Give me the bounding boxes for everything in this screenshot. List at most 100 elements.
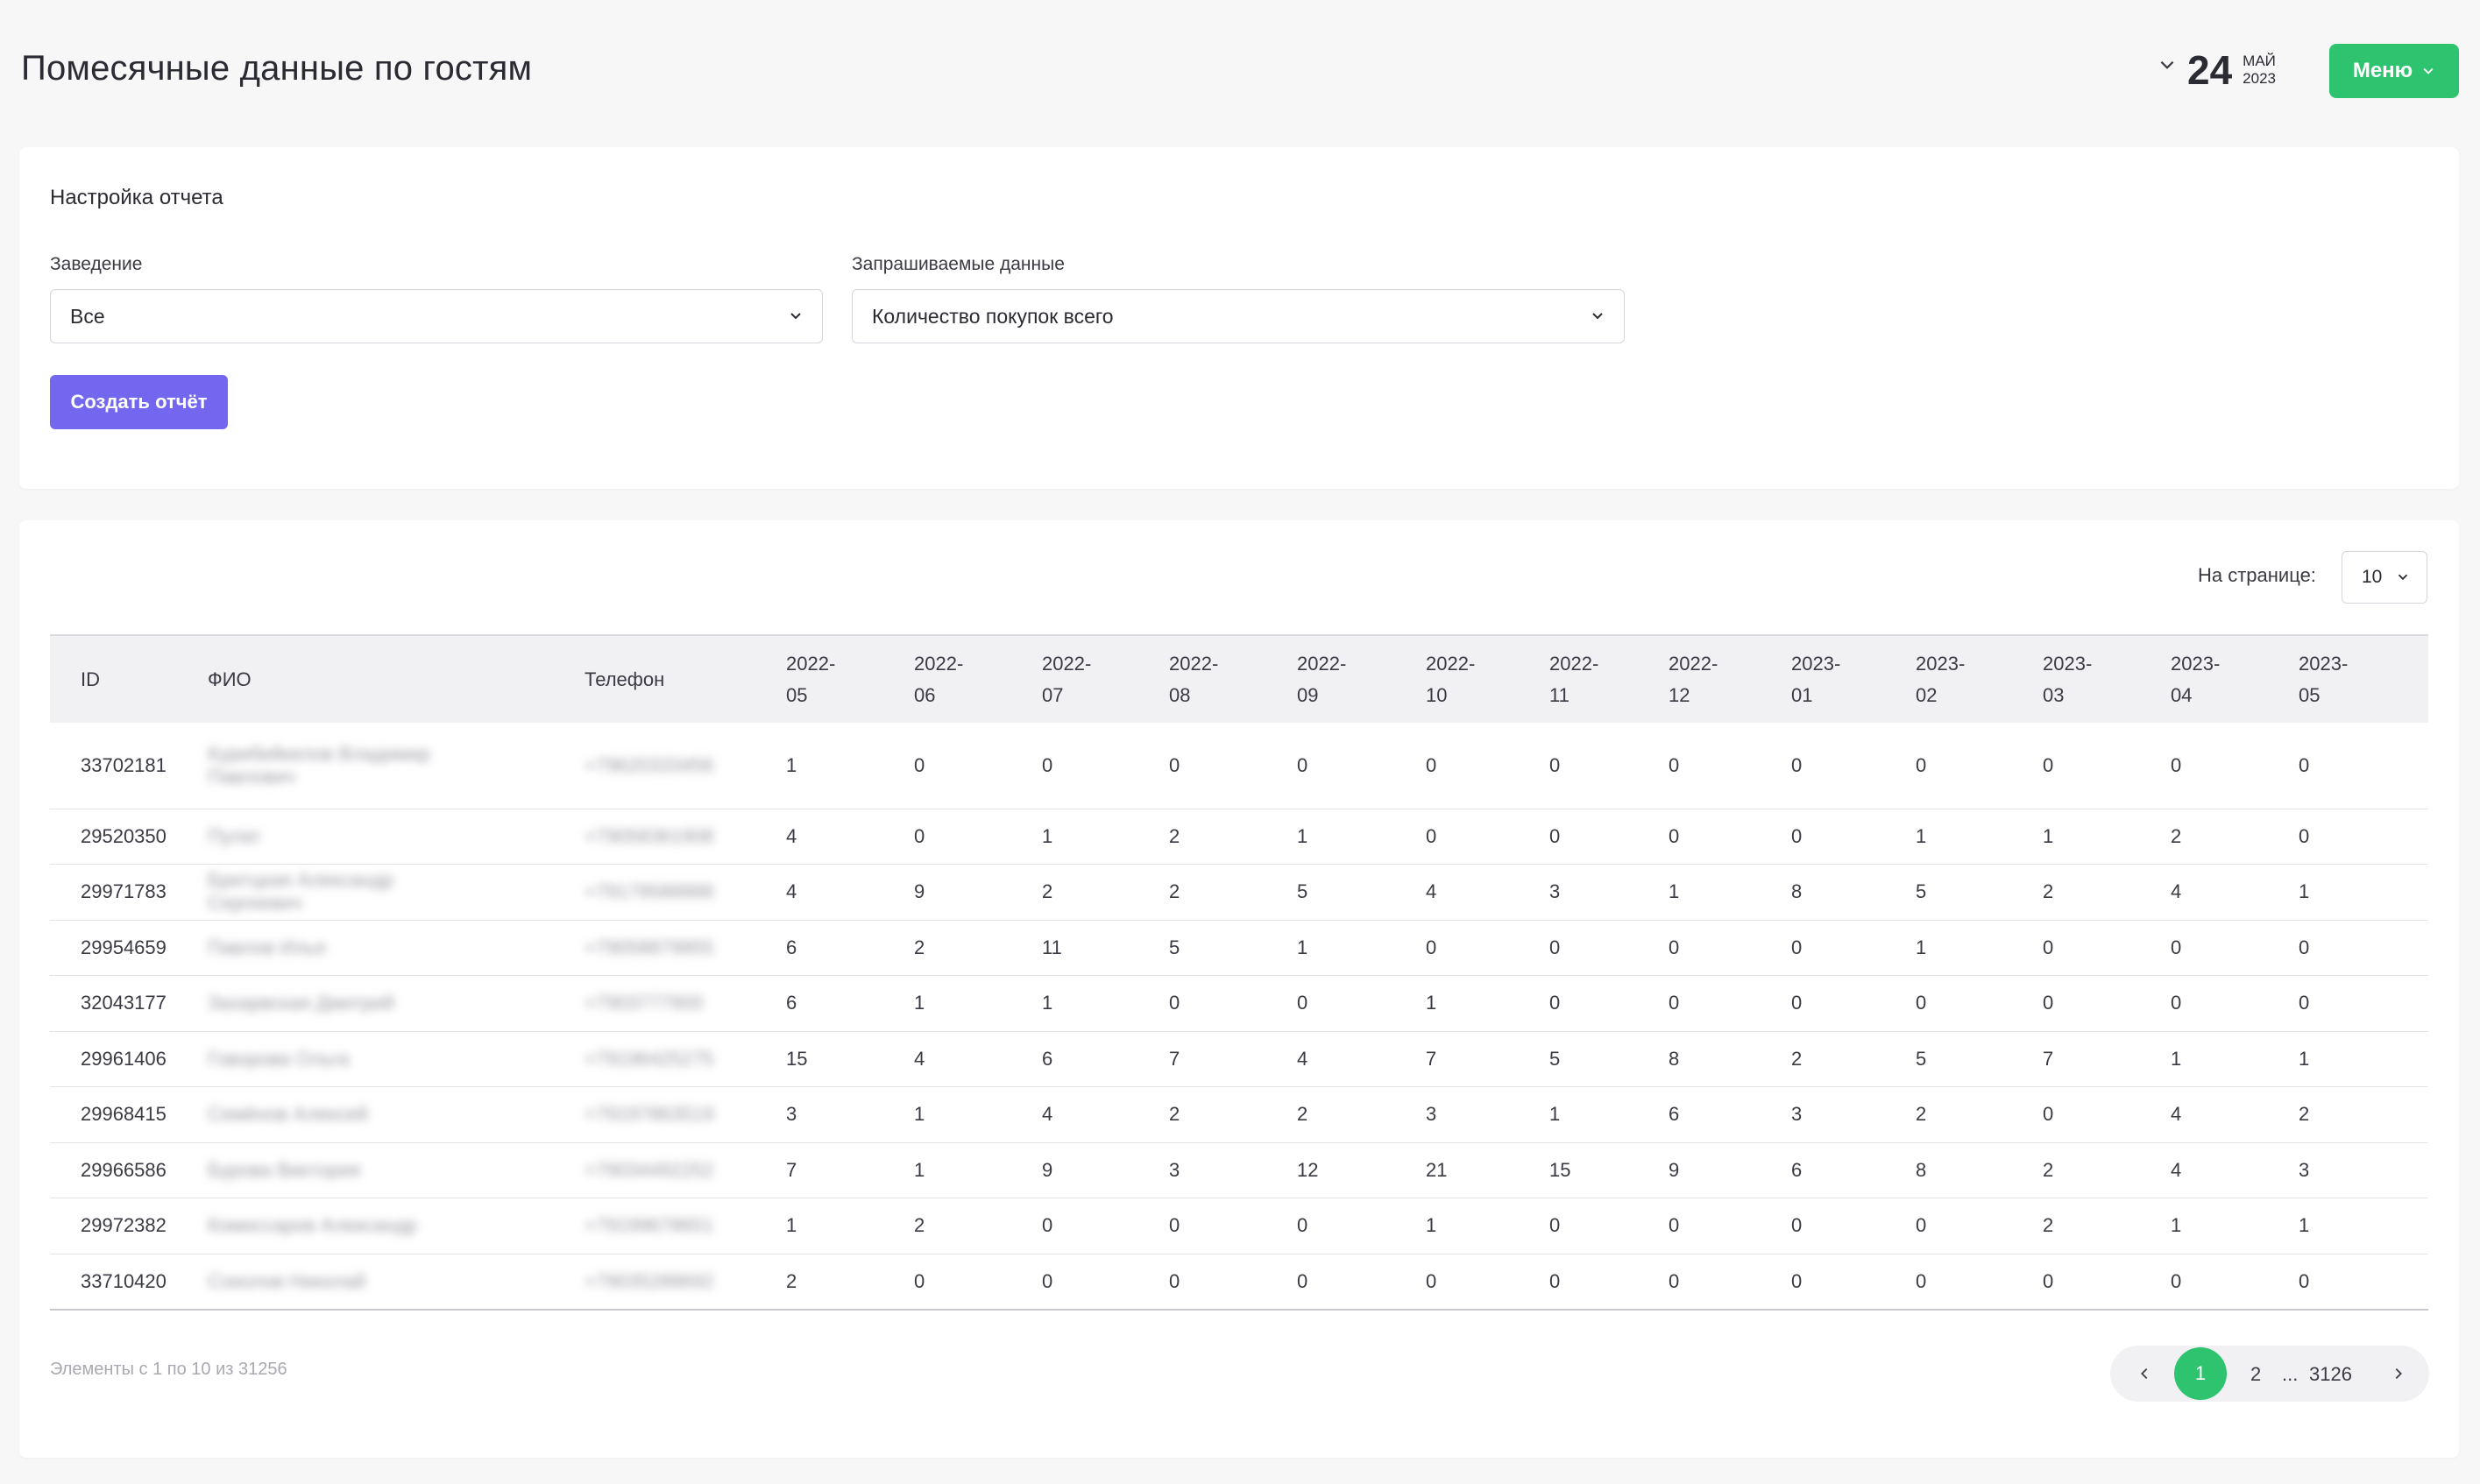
page-button-2[interactable]: 2: [2250, 1363, 2261, 1386]
column-header: 2023- 05: [2299, 634, 2428, 723]
cell-id: 32043177: [50, 975, 208, 1032]
cell-month-value: 0: [2043, 920, 2171, 976]
guest-name: Захарвская Дмитрий: [208, 992, 394, 1014]
column-header: 2023- 02: [1916, 634, 2043, 723]
cell-month-value: 1: [1297, 809, 1426, 865]
venue-select-value: Все: [70, 304, 105, 328]
cell-month-value: 7: [1169, 1031, 1297, 1087]
chevron-right-icon[interactable]: [2391, 1366, 2406, 1382]
guest-phone: +79058879855: [585, 936, 714, 958]
cell-name: Пулат: [208, 809, 585, 865]
cell-month-value: 1: [1916, 809, 2043, 865]
table-row: 33702181 Курибейкелов Владимир Павлович +7…: [50, 723, 2428, 809]
cell-month-value: 0: [1916, 975, 2043, 1032]
cell-month-value: 4: [786, 809, 914, 865]
cell-month-value: 1: [2299, 864, 2428, 921]
table-row: 29954659 Павлов Илья +79058879855 6 2 11 5 1 0 0 0…: [50, 920, 2428, 976]
cell-month-value: 2: [914, 1198, 1042, 1254]
cell-month-value: 0: [1042, 1198, 1169, 1254]
column-header: 2022- 05: [786, 634, 914, 723]
venue-select[interactable]: Все: [50, 289, 823, 343]
cell-month-value: 9: [1042, 1142, 1169, 1198]
cell-month-value: 7: [786, 1142, 914, 1198]
cell-month-value: 4: [1042, 1086, 1169, 1143]
date-month-year: МАЙ 2023: [2243, 53, 2276, 88]
cell-month-value: 0: [1549, 809, 1669, 865]
cell-month-value: 4: [2171, 1086, 2299, 1143]
cell-month-value: 5: [1169, 920, 1297, 976]
menu-button[interactable]: Меню: [2329, 44, 2459, 98]
column-header: 2022- 07: [1042, 634, 1169, 723]
cell-month-value: 2: [1042, 864, 1169, 921]
chevron-down-icon[interactable]: [2158, 55, 2177, 74]
cell-month-value: 4: [2171, 1142, 2299, 1198]
cell-name: Бритцкая Александр Сергеевич: [208, 864, 585, 921]
cell-month-value: 1: [1549, 1086, 1669, 1143]
cell-month-value: 15: [1549, 1142, 1669, 1198]
chevron-down-icon: [2398, 574, 2408, 581]
guest-phone: +79196425275: [585, 1047, 714, 1070]
cell-phone: +79620333456: [585, 723, 786, 809]
cell-phone: +79196425275: [585, 1031, 786, 1087]
pagination: 1 2 ... 3126: [2110, 1346, 2429, 1402]
column-header: 2022- 09: [1297, 634, 1426, 723]
cell-month-value: 0: [914, 809, 1042, 865]
cell-month-value: 2: [1297, 1086, 1426, 1143]
chevron-left-icon[interactable]: [2136, 1366, 2152, 1382]
cell-month-value: 0: [1669, 920, 1791, 976]
data-select[interactable]: Количество покупок всего: [852, 289, 1625, 343]
top-bar: Помесячные данные по гостям 24 МАЙ 2023 …: [0, 0, 2480, 140]
guest-name: Говорова Ольга: [208, 1047, 350, 1070]
report-settings-card: Настройка отчета Заведение Все Запрашива…: [19, 147, 2459, 489]
table-row: 29961406 Говорова Ольга +79196425275 15 4 6 7 4…: [50, 1031, 2428, 1087]
cell-month-value: 8: [1791, 864, 1916, 921]
cell-month-value: 1: [1426, 975, 1549, 1032]
cell-month-value: 3: [1169, 1142, 1297, 1198]
guest-phone: +79197863519: [585, 1103, 714, 1126]
table-row: 29966586 Бурова Виктория +79034492252 7 1 9 3 1…: [50, 1142, 2428, 1198]
cell-month-value: 2: [2043, 1198, 2171, 1254]
guest-phone: +7903777900: [585, 992, 704, 1014]
column-header: 2022- 08: [1169, 634, 1297, 723]
cell-month-value: 7: [1426, 1031, 1549, 1087]
cell-month-value: 0: [2043, 1254, 2171, 1311]
cell-month-value: 1: [2299, 1031, 2428, 1087]
cell-id: 29954659: [50, 920, 208, 976]
cell-month-value: 0: [1791, 723, 1916, 809]
per-page-select[interactable]: 10: [2342, 551, 2427, 604]
column-header: 2023- 01: [1791, 634, 1916, 723]
cell-month-value: 1: [2043, 809, 2171, 865]
cell-month-value: 1: [2171, 1031, 2299, 1087]
cell-phone: +79197863519: [585, 1086, 786, 1143]
guest-name: Семёнов Алексей: [208, 1103, 368, 1126]
cell-month-value: 4: [786, 864, 914, 921]
date-picker[interactable]: 24 МАЙ 2023: [2158, 44, 2276, 96]
create-report-button[interactable]: Создать отчёт: [50, 375, 228, 429]
per-page-label: На странице:: [2198, 564, 2316, 586]
cell-month-value: 0: [1297, 975, 1426, 1032]
guest-name: Комиссаров Александр: [208, 1214, 418, 1237]
cell-month-value: 2: [786, 1254, 914, 1311]
cell-month-value: 0: [1042, 1254, 1169, 1311]
cell-phone: +79035288692: [585, 1254, 786, 1311]
cell-month-value: 0: [2299, 723, 2428, 809]
cell-phone: +79179588888: [585, 864, 786, 921]
cell-month-value: 11: [1042, 920, 1169, 976]
cell-month-value: 3: [2299, 1142, 2428, 1198]
page-button-1[interactable]: 1: [2174, 1347, 2227, 1400]
cell-month-value: 0: [1791, 1198, 1916, 1254]
cell-month-value: 7: [2043, 1031, 2171, 1087]
guest-name: Бритцкая Александр Сергеевич: [208, 869, 394, 915]
cell-month-value: 0: [1549, 1254, 1669, 1311]
column-header: 2022- 10: [1426, 634, 1549, 723]
guest-phone: +79035288692: [585, 1269, 714, 1292]
page-button-last[interactable]: 3126: [2309, 1363, 2352, 1386]
cell-month-value: 3: [786, 1086, 914, 1143]
column-header: ID: [50, 634, 208, 723]
cell-month-value: 3: [1426, 1086, 1549, 1143]
cell-id: 29520350: [50, 809, 208, 865]
cell-month-value: 5: [1916, 1031, 2043, 1087]
column-header: ФИО: [208, 634, 585, 723]
cell-month-value: 0: [1916, 723, 2043, 809]
cell-month-value: 1: [2171, 1198, 2299, 1254]
